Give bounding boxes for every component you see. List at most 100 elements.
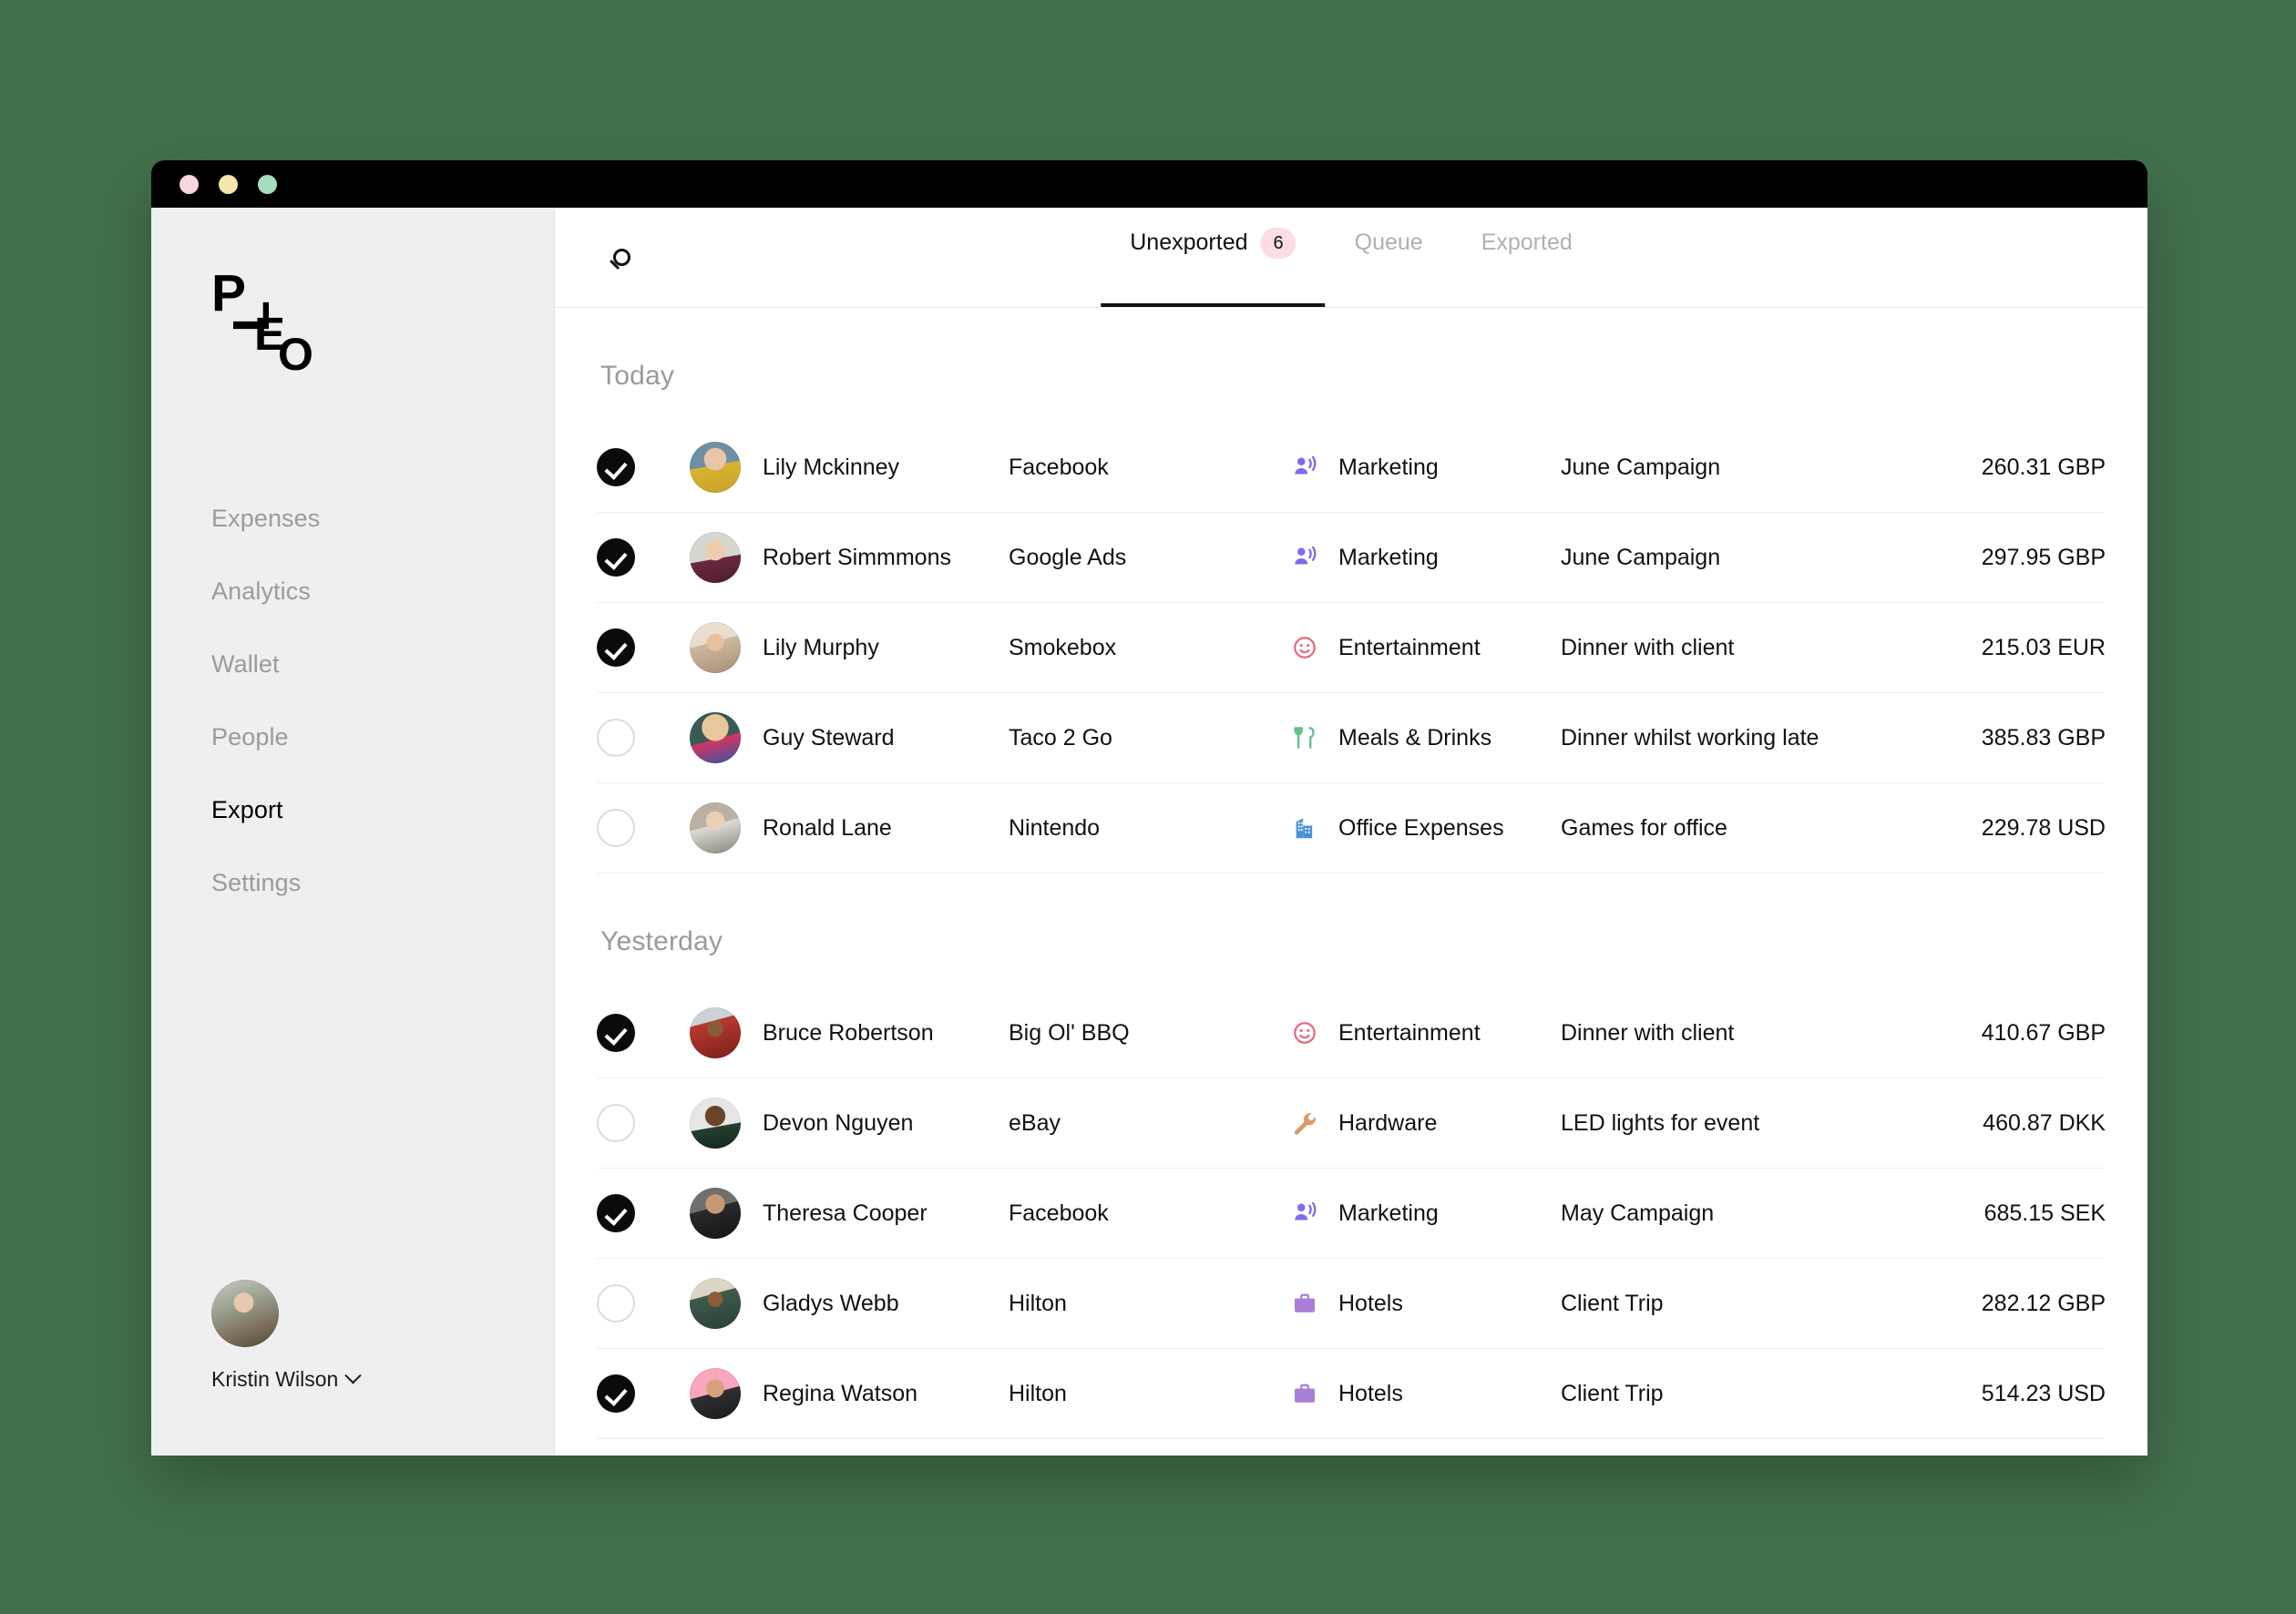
description: Dinner whilst working late: [1561, 724, 1819, 751]
search-icon: [612, 249, 630, 266]
description: Dinner with client: [1561, 1019, 1735, 1046]
tab-exported[interactable]: Exported: [1452, 208, 1602, 307]
row-checkbox-cell: [597, 1014, 690, 1052]
row-person-cell: Lily Mckinney: [690, 442, 1009, 493]
row-checkbox-cell: [597, 1104, 690, 1142]
maximize-button[interactable]: [258, 174, 277, 194]
tab-bar: Unexported 6 Queue Exported: [1101, 208, 1602, 307]
row-checkbox[interactable]: [597, 1104, 635, 1142]
row-checkbox[interactable]: [597, 538, 635, 577]
row-person-cell: Devon Nguyen: [690, 1098, 1009, 1149]
user-menu-button[interactable]: Kristin Wilson: [211, 1367, 554, 1392]
row-checkbox[interactable]: [597, 719, 635, 757]
category-cell: Entertainment: [1291, 634, 1555, 661]
table-row[interactable]: Ronald Lane Nintendo Office Expenses Gam…: [597, 783, 2106, 873]
hotels-icon: [1291, 1380, 1318, 1407]
tab-unexported-label: Unexported: [1130, 230, 1248, 255]
merchant-name: Nintendo: [1009, 814, 1101, 841]
sidebar-item-export[interactable]: Export: [151, 773, 554, 846]
row-checkbox[interactable]: [597, 1194, 635, 1232]
avatar[interactable]: [211, 1280, 279, 1347]
minimize-button[interactable]: [219, 174, 238, 194]
merchant-name: Big Ol' BBQ: [1009, 1019, 1130, 1046]
avatar: [690, 622, 741, 673]
category-label: Hotels: [1338, 1290, 1403, 1316]
user-name-label: Kristin Wilson: [211, 1367, 339, 1391]
row-checkbox-cell: [597, 719, 690, 757]
close-button[interactable]: [179, 174, 199, 194]
sidebar-item-expenses[interactable]: Expenses: [151, 482, 554, 555]
amount: 282.12 GBP: [1981, 1290, 2106, 1316]
table-row[interactable]: Guy Steward Taco 2 Go Meals & Drinks Din…: [597, 693, 2106, 783]
entertainment-icon: [1291, 634, 1318, 661]
category-cell: Office Expenses: [1291, 814, 1555, 842]
amount: 514.23 USD: [1981, 1380, 2106, 1406]
person-name: Gladys Webb: [763, 1290, 899, 1316]
chevron-down-icon: [344, 1367, 363, 1384]
merchant-name: eBay: [1009, 1109, 1061, 1136]
row-checkbox[interactable]: [597, 809, 635, 847]
row-checkbox[interactable]: [597, 1374, 635, 1413]
row-checkbox-cell: [597, 538, 690, 577]
row-checkbox[interactable]: [597, 1284, 635, 1323]
category-label: Hotels: [1338, 1380, 1403, 1406]
table-row[interactable]: Bruce Robertson Big Ol' BBQ Entertainmen…: [597, 988, 2106, 1078]
row-checkbox[interactable]: [597, 628, 635, 667]
avatar: [690, 712, 741, 763]
sidebar-item-wallet[interactable]: Wallet: [151, 628, 554, 700]
merchant-name: Hilton: [1009, 1290, 1067, 1316]
avatar: [690, 1007, 741, 1058]
section-header-today: Today: [600, 361, 675, 391]
tab-queue-label: Queue: [1354, 230, 1423, 255]
avatar: [690, 1188, 741, 1239]
row-person-cell: Guy Steward: [690, 712, 1009, 763]
logo-letter-o: O: [278, 329, 313, 380]
person-name: Lily Mckinney: [763, 454, 900, 480]
merchant-name: Hilton: [1009, 1380, 1067, 1406]
person-name: Theresa Cooper: [763, 1200, 928, 1226]
app-window: P L E O Expenses Analytics Wallet People…: [151, 160, 2147, 1456]
description: Dinner with client: [1561, 634, 1735, 660]
table-row[interactable]: Lily Mckinney Facebook Marketing June Ca…: [597, 423, 2106, 513]
sidebar-user-block: Kristin Wilson: [151, 1280, 554, 1456]
row-person-cell: Lily Murphy: [690, 622, 1009, 673]
table-row[interactable]: Robert Simmmons Google Ads Marketing Jun…: [597, 513, 2106, 603]
row-checkbox-cell: [597, 809, 690, 847]
row-checkbox[interactable]: [597, 1014, 635, 1052]
category-cell: Marketing: [1291, 1200, 1555, 1227]
description: June Campaign: [1561, 544, 1721, 570]
window-titlebar: [151, 160, 2147, 208]
category-label: Meals & Drinks: [1338, 724, 1492, 751]
category-cell: Marketing: [1291, 454, 1555, 481]
entertainment-icon: [1291, 1019, 1318, 1047]
expense-list[interactable]: Today Lily Mckinney Facebook Marketing J…: [555, 308, 2147, 1456]
row-person-cell: Robert Simmmons: [690, 532, 1009, 583]
category-cell: Meals & Drinks: [1291, 724, 1555, 751]
meals-icon: [1291, 724, 1318, 751]
table-row[interactable]: Regina Watson Hilton Hotels Client Trip …: [597, 1349, 2106, 1439]
tab-unexported[interactable]: Unexported 6: [1101, 208, 1327, 307]
search-button[interactable]: [597, 233, 646, 282]
window-body: P L E O Expenses Analytics Wallet People…: [151, 208, 2147, 1456]
hotels-icon: [1291, 1290, 1318, 1317]
row-checkbox[interactable]: [597, 448, 635, 486]
description: Client Trip: [1561, 1290, 1664, 1316]
table-row[interactable]: Theresa Cooper Facebook Marketing May Ca…: [597, 1169, 2106, 1259]
row-person-cell: Regina Watson: [690, 1368, 1009, 1419]
table-row[interactable]: Gladys Webb Hilton Hotels Client Trip 28…: [597, 1259, 2106, 1349]
description: Client Trip: [1561, 1380, 1664, 1406]
row-checkbox-cell: [597, 628, 690, 667]
description: LED lights for event: [1561, 1109, 1760, 1136]
merchant-name: Facebook: [1009, 1200, 1109, 1226]
table-row[interactable]: Lily Murphy Smokebox Entertainment Dinne…: [597, 603, 2106, 693]
category-cell: Entertainment: [1291, 1019, 1555, 1047]
row-person-cell: Ronald Lane: [690, 802, 1009, 853]
amount: 297.95 GBP: [1981, 544, 2106, 570]
sidebar-item-settings[interactable]: Settings: [151, 846, 554, 919]
amount: 215.03 EUR: [1981, 634, 2106, 660]
sidebar-item-analytics[interactable]: Analytics: [151, 555, 554, 628]
sidebar-item-people[interactable]: People: [151, 700, 554, 773]
tab-queue[interactable]: Queue: [1326, 208, 1452, 307]
table-row[interactable]: Devon Nguyen eBay Hardware LED lights fo…: [597, 1078, 2106, 1169]
row-person-cell: Bruce Robertson: [690, 1007, 1009, 1058]
